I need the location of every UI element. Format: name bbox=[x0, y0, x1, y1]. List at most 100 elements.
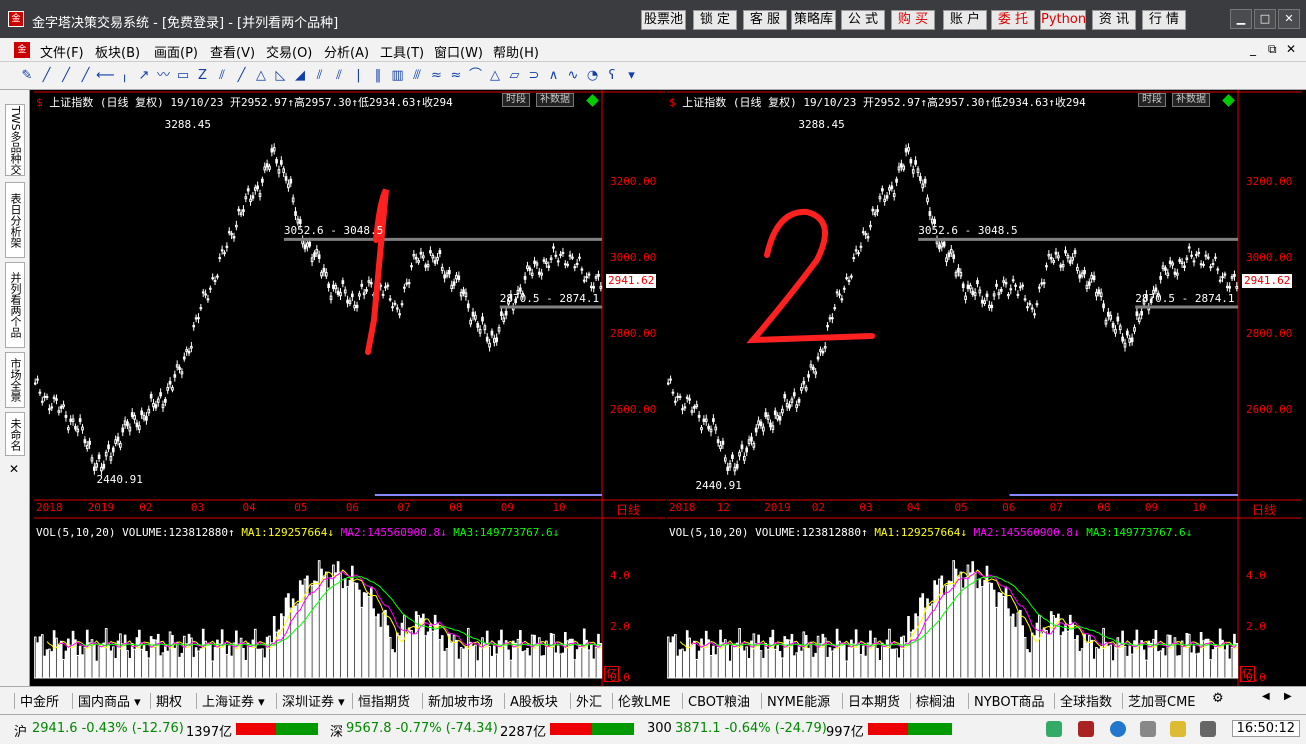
toolbar-button-10[interactable]: 行 情 bbox=[1142, 10, 1186, 30]
parallel-tool-icon[interactable]: ⫽ bbox=[213, 68, 231, 84]
chart-panel-left[interactable]: $ 上证指数 (日线 复权) 19/10/23 开2952.97↑高2957.3… bbox=[34, 90, 666, 686]
wave3-tool-icon[interactable]: ≈ bbox=[447, 68, 465, 84]
network-icon[interactable] bbox=[1110, 721, 1126, 737]
database-icon[interactable] bbox=[1078, 721, 1094, 737]
market-tab-6[interactable]: 新加坡市场 bbox=[428, 691, 493, 710]
sidebar-tab-analysis[interactable]: 表日分析架 bbox=[5, 182, 25, 258]
menu-item-6[interactable]: 工具(T) bbox=[380, 42, 424, 61]
fan-tool-icon[interactable]: ⫻ bbox=[408, 68, 426, 84]
toolbar-button-5[interactable]: 购 买 bbox=[891, 10, 935, 30]
triangle-tool-icon[interactable]: △ bbox=[252, 68, 270, 84]
vline-tool-icon[interactable]: | bbox=[350, 68, 368, 84]
toolbar-button-2[interactable]: 客 服 bbox=[743, 10, 787, 30]
more-tool-icon[interactable]: ▾ bbox=[623, 68, 641, 84]
pointer-tool-icon[interactable]: ✎ bbox=[18, 68, 36, 84]
menu-item-5[interactable]: 分析(A) bbox=[324, 42, 369, 61]
python-icon[interactable] bbox=[1046, 721, 1062, 737]
volume-bar bbox=[764, 643, 768, 679]
market-tab-13[interactable]: 棕榈油 bbox=[916, 691, 955, 710]
sidebar-tab-unnamed[interactable]: 未命名 bbox=[5, 412, 25, 456]
toolbar-button-4[interactable]: 公 式 bbox=[841, 10, 885, 30]
sidebar-tab-parallel[interactable]: 并列看两个品 bbox=[5, 262, 25, 348]
angle-tool-icon[interactable]: ◺ bbox=[272, 68, 290, 84]
toolbar-button-7[interactable]: 委 托 bbox=[991, 10, 1035, 30]
fibonacci-tool-icon[interactable]: ⫽ bbox=[330, 68, 348, 84]
zigzag-tool-icon[interactable]: Z bbox=[194, 68, 212, 84]
volume-bar bbox=[980, 586, 984, 679]
sine-tool-icon[interactable]: ∿ bbox=[564, 68, 582, 84]
sidebar-tab-tws[interactable]: TWS多品种交 bbox=[5, 104, 25, 176]
market-tab-16[interactable]: 芝加哥CME bbox=[1128, 691, 1196, 710]
period-tab[interactable]: 日线 bbox=[616, 501, 640, 518]
grid-tool-icon[interactable]: ▥ bbox=[389, 68, 407, 84]
fill-triangle-tool-icon[interactable]: ◢ bbox=[291, 68, 309, 84]
message-icon[interactable] bbox=[1170, 721, 1186, 737]
vertical-line-tool-icon[interactable]: ╷ bbox=[116, 68, 134, 84]
alert-icon[interactable] bbox=[1140, 721, 1156, 737]
wave-tool-icon[interactable]: 〰 bbox=[155, 68, 173, 84]
menu-item-7[interactable]: 窗口(W) bbox=[434, 42, 483, 61]
up-triangle-tool-icon[interactable]: △ bbox=[486, 68, 504, 84]
market-tab-7[interactable]: A股板块 bbox=[510, 691, 558, 710]
market-tab-1[interactable]: 国内商品 ▾ bbox=[78, 691, 141, 710]
gann-tool-icon[interactable]: ʕ bbox=[603, 68, 621, 84]
close-icon[interactable]: ✕ bbox=[1278, 9, 1300, 29]
rectangle-tool-icon[interactable]: ▭ bbox=[174, 68, 192, 84]
chart-panel-right[interactable]: $ 上证指数 (日线 复权) 19/10/23 开2952.97↑高2957.3… bbox=[667, 90, 1302, 686]
toolbar-button-1[interactable]: 锁 定 bbox=[693, 10, 737, 30]
toolbar-button-9[interactable]: 资 讯 bbox=[1092, 10, 1136, 30]
double-vline-tool-icon[interactable]: ‖ bbox=[369, 68, 387, 84]
market-tab-14[interactable]: NYBOT商品 bbox=[974, 691, 1045, 710]
minimize-icon[interactable]: ▁ bbox=[1230, 9, 1252, 29]
toolbar-button-0[interactable]: 股票池 bbox=[641, 10, 686, 30]
toolbar-button-6[interactable]: 账 户 bbox=[943, 10, 987, 30]
bracket-tool-icon[interactable]: ⊃ bbox=[525, 68, 543, 84]
candle-body bbox=[384, 286, 387, 289]
market-tab-4[interactable]: 深圳证券 ▾ bbox=[282, 691, 345, 710]
toolbar-button-3[interactable]: 策略库 bbox=[791, 10, 836, 30]
mdi-close-icon[interactable]: ✕ bbox=[1286, 42, 1296, 56]
peak-tool-icon[interactable]: ∧ bbox=[545, 68, 563, 84]
menu-item-0[interactable]: 文件(F) bbox=[40, 42, 84, 61]
segment-tool-icon[interactable]: ╱ bbox=[77, 68, 95, 84]
sidebar-close-icon[interactable]: ✕ bbox=[9, 462, 19, 476]
market-tab-3[interactable]: 上海证券 ▾ bbox=[202, 691, 265, 710]
line-tool-icon[interactable]: ╱ bbox=[38, 68, 56, 84]
channel-tool-icon[interactable]: ⫽ bbox=[311, 68, 329, 84]
market-tab-11[interactable]: NYME能源 bbox=[767, 691, 830, 710]
market-tab-5[interactable]: 恒指期货 bbox=[358, 691, 410, 710]
toolbar-button-8[interactable]: Python bbox=[1040, 10, 1086, 30]
market-tab-8[interactable]: 外汇 bbox=[576, 691, 602, 710]
parallelogram-tool-icon[interactable]: ▱ bbox=[506, 68, 524, 84]
trend-tool-icon[interactable]: ╱ bbox=[233, 68, 251, 84]
period-tab[interactable]: 日线 bbox=[1252, 501, 1276, 518]
menu-item-8[interactable]: 帮助(H) bbox=[493, 42, 539, 61]
menu-item-2[interactable]: 画面(P) bbox=[154, 42, 198, 61]
calculator-icon[interactable] bbox=[1200, 721, 1216, 737]
candle-body bbox=[1137, 317, 1141, 323]
sidebar-tab-market[interactable]: 市场全景 bbox=[5, 352, 25, 408]
candle-body bbox=[258, 193, 262, 197]
mdi-restore-icon[interactable]: ⧉ bbox=[1268, 42, 1277, 57]
candle-body bbox=[426, 264, 430, 268]
market-tab-0[interactable]: 中金所 bbox=[20, 691, 59, 710]
market-tab-12[interactable]: 日本期货 bbox=[848, 691, 900, 710]
market-tab-10[interactable]: CBOT粮油 bbox=[688, 691, 750, 710]
market-tab-9[interactable]: 伦敦LME bbox=[618, 691, 671, 710]
menu-item-4[interactable]: 交易(O) bbox=[266, 42, 312, 61]
arrow-tool-icon[interactable]: ↗ bbox=[135, 68, 153, 84]
maximize-icon[interactable]: □ bbox=[1254, 9, 1276, 29]
settings-gear-icon[interactable]: ⚙ bbox=[1212, 691, 1224, 706]
tabs-scroll-right-icon[interactable]: ▶ bbox=[1284, 691, 1292, 702]
arrow-line-tool-icon[interactable]: ⟵ bbox=[96, 68, 115, 84]
arc-tool-icon[interactable]: ⌒ bbox=[467, 68, 485, 84]
menu-item-3[interactable]: 查看(V) bbox=[210, 42, 255, 61]
mdi-minimize-icon[interactable]: _ bbox=[1250, 42, 1256, 56]
tabs-scroll-left-icon[interactable]: ◀ bbox=[1262, 691, 1270, 702]
market-tab-15[interactable]: 全球指数 bbox=[1060, 691, 1112, 710]
market-tab-2[interactable]: 期权 bbox=[156, 691, 182, 710]
circle-tool-icon[interactable]: ◔ bbox=[584, 68, 602, 84]
ray-tool-icon[interactable]: ╱ bbox=[57, 68, 75, 84]
wave2-tool-icon[interactable]: ≈ bbox=[428, 68, 446, 84]
menu-item-1[interactable]: 板块(B) bbox=[95, 42, 140, 61]
